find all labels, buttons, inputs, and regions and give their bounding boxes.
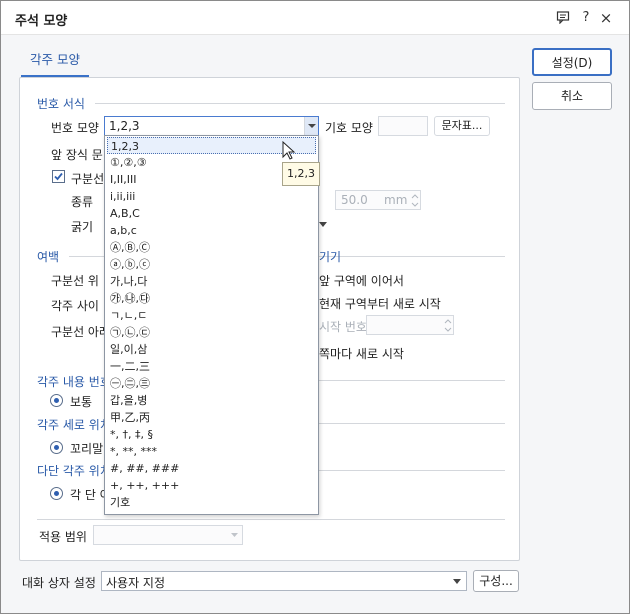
- dropdown-option[interactable]: #, ##, ###: [110, 460, 179, 477]
- section-numbering: 기기: [319, 250, 342, 264]
- spin-down-icon[interactable]: [410, 200, 420, 209]
- radio-vertical-footer[interactable]: [50, 441, 63, 454]
- separator-type-label: 종류: [71, 195, 94, 209]
- format-combo-value: 1,2,3: [109, 119, 140, 133]
- dropdown-option[interactable]: a,b,c: [110, 222, 137, 239]
- cancel-button[interactable]: 취소: [532, 82, 612, 110]
- chevron-down-icon[interactable]: [231, 533, 238, 538]
- apply-scope-combo[interactable]: [93, 525, 243, 545]
- dropdown-option[interactable]: ㉮,㉯,㉰: [110, 290, 150, 307]
- chevron-down-icon[interactable]: [453, 579, 461, 584]
- section-numbering-format: 번호 서식: [37, 97, 85, 111]
- prefix-label: 앞 장식 문: [51, 148, 103, 162]
- start-number-label: 시작 번호: [319, 320, 367, 334]
- section-multicol-position: 다단 각주 위치: [37, 464, 111, 478]
- dropdown-option[interactable]: 갑,을,병: [110, 392, 147, 409]
- content-number-value: 보통: [70, 395, 93, 409]
- spin-down-icon[interactable]: [443, 325, 453, 334]
- footnote-shape-dialog: 주석 모양 ? × 각주 모양 번호 서식 번호 모양 1,2,3 기호 모양 …: [0, 0, 630, 614]
- divider: [37, 519, 505, 520]
- dropdown-option[interactable]: 甲,乙,丙: [110, 409, 150, 426]
- vertical-position-value: 꼬리말: [70, 442, 104, 456]
- ok-button[interactable]: 설정(D): [532, 48, 612, 76]
- charmap-button[interactable]: 문자표...: [434, 116, 490, 136]
- dropdown-option[interactable]: *, **, ***: [110, 443, 157, 460]
- section-content-number: 각주 내용 번호: [37, 375, 111, 389]
- format-dropdown-list[interactable]: 1,2,3 ①,②,③ I,II,III i,ii,iii A,B,C a,b,c Ⓐ,Ⓑ,…: [104, 135, 319, 515]
- divider: [95, 103, 505, 104]
- config-button[interactable]: 구성...: [473, 570, 519, 592]
- chevron-down-icon[interactable]: [304, 117, 318, 135]
- dialog-setting-label: 대화 상자 설정: [22, 576, 96, 590]
- margin-below-label: 구분선 아래: [51, 325, 111, 339]
- dropdown-option[interactable]: 가,나,다: [110, 273, 147, 290]
- separator-width-label: 굵기: [71, 220, 94, 234]
- dropdown-option[interactable]: *, †, ‡, §: [110, 426, 153, 443]
- dialog-title: 주석 모양: [15, 14, 68, 29]
- chat-icon[interactable]: [555, 10, 571, 26]
- format-label: 번호 모양: [51, 121, 99, 135]
- dropdown-option[interactable]: Ⓐ,Ⓑ,Ⓒ: [110, 239, 150, 256]
- dropdown-option[interactable]: 기호: [110, 494, 130, 511]
- dropdown-option[interactable]: A,B,C: [110, 205, 140, 222]
- dropdown-option[interactable]: ⓐ,ⓑ,ⓒ: [110, 256, 150, 273]
- dialog-setting-value: 사용자 지정: [106, 576, 166, 590]
- symbol-label: 기호 모양: [325, 121, 373, 135]
- tooltip: 1,2,3: [282, 162, 320, 186]
- radio-content-normal[interactable]: [50, 394, 63, 407]
- title-bar: 주석 모양 ? ×: [1, 1, 629, 35]
- separator-label: 구분선: [71, 172, 105, 186]
- separator-checkbox[interactable]: [52, 170, 65, 183]
- symbol-field[interactable]: [378, 116, 428, 136]
- restart-section-option[interactable]: 현재 구역부터 새로 시작: [319, 295, 441, 312]
- dialog-setting-combo[interactable]: 사용자 지정: [101, 571, 467, 591]
- format-combo[interactable]: 1,2,3: [104, 116, 319, 136]
- start-number-field[interactable]: [366, 315, 454, 335]
- dropdown-option[interactable]: I,II,III: [110, 171, 136, 188]
- dropdown-option[interactable]: i,ii,iii: [110, 188, 135, 205]
- dropdown-option[interactable]: ①,②,③: [110, 154, 147, 171]
- cursor-icon: [282, 141, 296, 160]
- separator-length-value: 50.0: [341, 193, 368, 207]
- margin-between-label: 각주 사이: [51, 299, 99, 313]
- separator-length-field[interactable]: 50.0 mm: [335, 190, 421, 210]
- dropdown-option[interactable]: 일,이,삼: [110, 341, 147, 358]
- tab-footnote-shape[interactable]: 각주 모양: [21, 44, 89, 77]
- close-icon[interactable]: ×: [598, 10, 614, 26]
- dropdown-option[interactable]: ㊀,㊁,㊂: [110, 375, 150, 392]
- margin-above-label: 구분선 위: [51, 274, 99, 288]
- dropdown-option[interactable]: 一,二,三: [110, 358, 150, 375]
- separator-length-unit: mm: [384, 193, 408, 207]
- dropdown-option[interactable]: ㄱ,ㄴ,ㄷ: [110, 307, 147, 324]
- section-vertical-position: 각주 세로 위치: [37, 418, 111, 432]
- restart-page-option[interactable]: 쪽마다 새로 시작: [319, 345, 404, 362]
- dropdown-option[interactable]: ㉠,㉡,㉢: [110, 324, 150, 341]
- dropdown-option[interactable]: +, ++, +++: [110, 477, 179, 494]
- radio-multicol-each[interactable]: [50, 487, 63, 500]
- apply-scope-label: 적용 범위: [39, 530, 87, 544]
- continue-option[interactable]: 앞 구역에 이어서: [319, 272, 404, 289]
- chevron-down-icon[interactable]: [319, 222, 327, 228]
- section-margin: 여백: [37, 250, 60, 264]
- help-icon[interactable]: ?: [578, 10, 594, 26]
